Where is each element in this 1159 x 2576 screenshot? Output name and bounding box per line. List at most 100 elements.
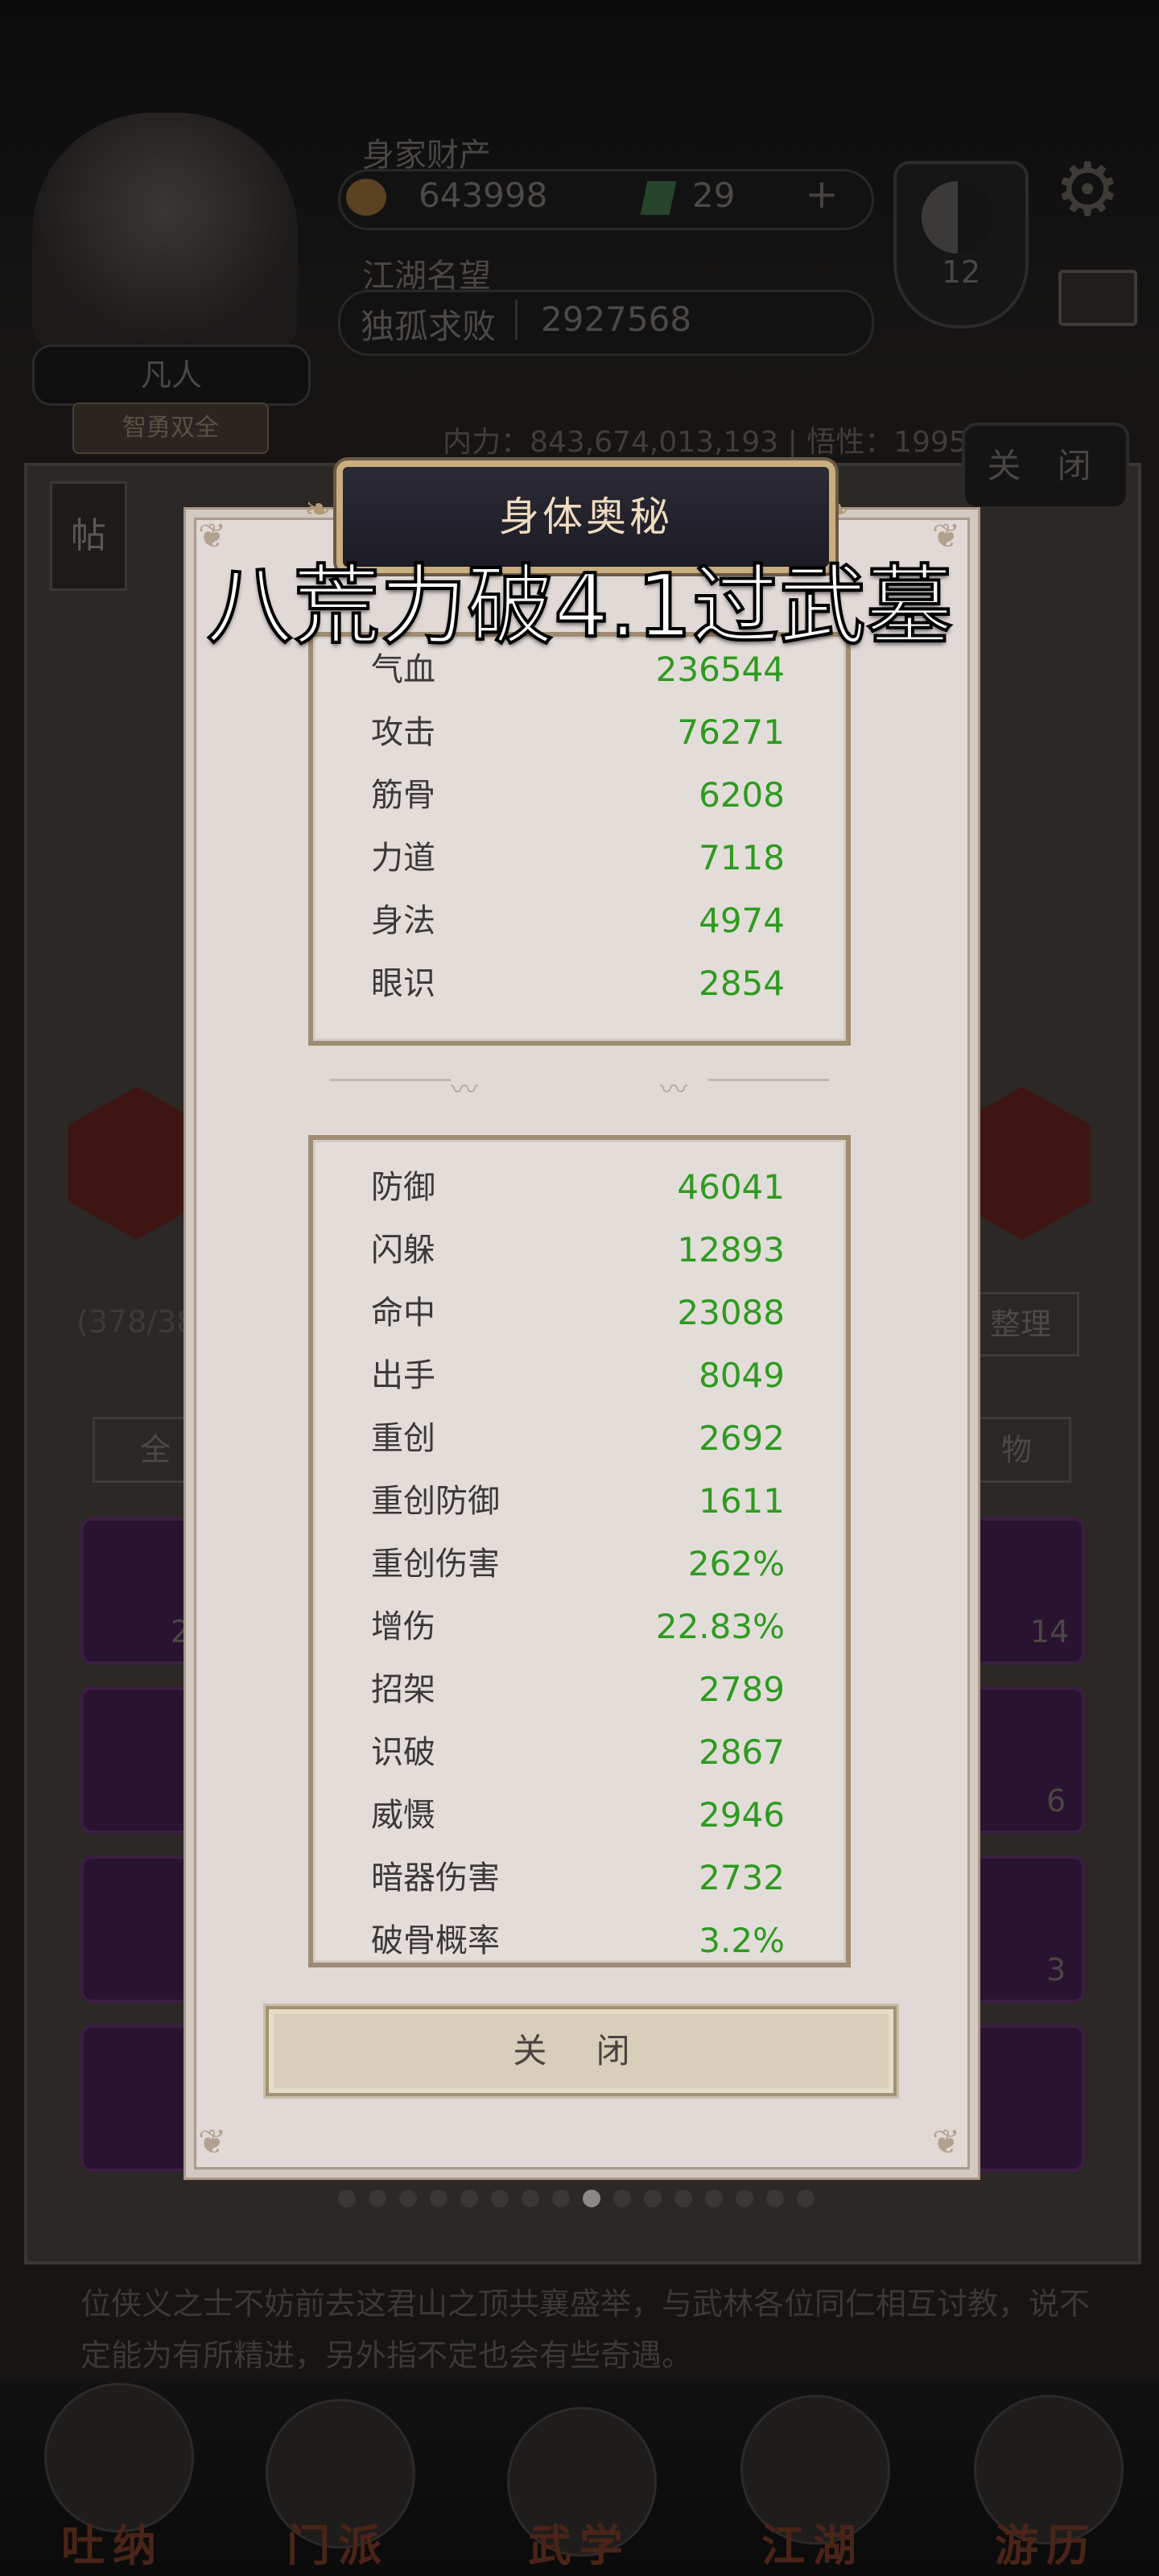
nav-tab-travel[interactable]: 游历 (966, 2510, 1127, 2574)
corner-ornament: ❦ (198, 2122, 227, 2161)
inventory-slot[interactable] (966, 1686, 1085, 1834)
page-dot[interactable] (705, 2190, 723, 2207)
stat-row: 威慑 2946 (313, 1784, 846, 1847)
stat-value: 1611 (699, 1481, 785, 1521)
nav-tab-jianghu[interactable]: 江湖 (732, 2510, 893, 2574)
page-dot[interactable] (338, 2190, 356, 2207)
attribute-strip: 内力：843,674,013,193 | 悟性：1995 (443, 426, 967, 459)
page-dot[interactable] (644, 2190, 662, 2207)
stat-name: 招架 (371, 1671, 435, 1708)
stat-row: 增伤 22.83% (313, 1596, 846, 1658)
taiji-icon (922, 181, 994, 254)
stat-row: 重创 2692 (313, 1407, 846, 1470)
stat-value: 22.83% (655, 1607, 785, 1646)
slot-count: 6 (1046, 1783, 1066, 1818)
stat-name: 命中 (371, 1294, 435, 1331)
page-dot[interactable] (736, 2190, 753, 2207)
page-dot[interactable] (797, 2190, 815, 2207)
stat-row: 识破 2867 (313, 1721, 846, 1784)
stat-row: 眼识 2854 (313, 952, 846, 1015)
page-dot[interactable] (399, 2190, 417, 2207)
fame-value: 2927568 (541, 299, 692, 339)
page-dot[interactable] (766, 2190, 784, 2207)
primary-stats-list[interactable]: 气血 236544 攻击 76271 筋骨 6208 力道 7118 身法 4974 眼识 2854 (308, 632, 851, 1046)
inventory-slot[interactable] (966, 1856, 1085, 2003)
page-dot[interactable] (522, 2190, 539, 2207)
inventory-slot[interactable] (80, 1856, 200, 2003)
stat-name: 增伤 (371, 1608, 435, 1645)
corner-ornament: ❦ (198, 516, 227, 555)
inventory-count: (378/38 (76, 1304, 196, 1340)
mail-icon[interactable] (1058, 270, 1137, 326)
stat-value: 2692 (699, 1418, 785, 1458)
page-dot[interactable] (369, 2190, 386, 2207)
page-dot[interactable] (674, 2190, 692, 2207)
section-divider (708, 1079, 829, 1081)
add-currency-button[interactable]: + (805, 171, 839, 217)
secondary-stats-list[interactable]: 防御 46041 闪躲 12893 命中 23088 出手 8049 重创 2692 重创防御 161… (308, 1135, 851, 1967)
stat-value: 8049 (699, 1356, 785, 1395)
stat-value: 2789 (699, 1670, 785, 1709)
nav-tab-tuna[interactable]: 吐纳 (32, 2510, 193, 2574)
stat-name: 力道 (371, 840, 435, 877)
fame-title: 独孤求败 (361, 307, 497, 346)
stat-row: 招架 2789 (313, 1658, 846, 1721)
rank-tag: 凡人 (32, 345, 311, 406)
page-dot[interactable] (460, 2190, 478, 2207)
stat-row: 重创防御 1611 (313, 1470, 846, 1533)
page-dot[interactable] (430, 2190, 448, 2207)
stat-value: 2867 (699, 1732, 785, 1772)
divider-flourish: 〰 (660, 1074, 687, 1106)
panel-close-button[interactable]: 关 闭 (962, 423, 1129, 510)
nav-tab-sect[interactable]: 门派 (258, 2510, 419, 2574)
stat-name: 重创伤害 (371, 1546, 500, 1583)
stat-name: 暗器伤害 (371, 1860, 500, 1897)
stat-row: 身法 4974 (313, 890, 846, 952)
stat-row: 闪躲 12893 (313, 1219, 846, 1282)
stat-row: 暗器伤害 2732 (313, 1847, 846, 1909)
stat-value: 2946 (699, 1795, 785, 1835)
stat-value: 262% (687, 1544, 785, 1583)
nav-tab-martial[interactable]: 武学 (499, 2510, 660, 2574)
stat-row: 筋骨 6208 (313, 764, 846, 827)
stat-name: 筋骨 (371, 777, 435, 814)
page-dot-active[interactable] (583, 2190, 600, 2207)
stat-name: 破骨概率 (371, 1922, 500, 1959)
stat-name: 威慑 (371, 1797, 435, 1834)
stat-value: 23088 (677, 1293, 785, 1332)
event-description: 位侠义之士不妨前去这君山之顶共襄盛举，与武林各位同仁相互讨教，说不定能为有所精进… (80, 2286, 1091, 2373)
stat-name: 防御 (371, 1169, 435, 1206)
corner-ornament: ❦ (932, 2122, 961, 2161)
divider-flourish: 〰 (451, 1074, 478, 1106)
inventory-slot[interactable] (80, 2025, 200, 2172)
page-dot[interactable] (613, 2190, 631, 2207)
stat-value: 4974 (699, 901, 785, 940)
stat-value: 2854 (699, 964, 785, 1003)
coin-icon (346, 179, 386, 216)
section-divider (330, 1079, 451, 1081)
inventory-slot[interactable] (80, 1686, 200, 1834)
stat-row: 命中 23088 (313, 1282, 846, 1344)
stat-name: 身法 (371, 902, 435, 939)
slot-count: 3 (1046, 1952, 1066, 1988)
page-dot[interactable] (552, 2190, 570, 2207)
stat-row: 出手 8049 (313, 1344, 846, 1407)
gear-icon[interactable]: ⚙ (1054, 153, 1120, 227)
coin-amount: 643998 (419, 175, 548, 215)
inventory-slot[interactable] (966, 2025, 1085, 2172)
stat-value: 46041 (677, 1167, 785, 1207)
rank-subtitle: 智勇双全 (72, 402, 269, 454)
stat-value: 3.2% (699, 1921, 785, 1960)
stat-row: 破骨概率 3.2% (313, 1909, 846, 1963)
stat-row: 防御 46041 (313, 1156, 846, 1219)
player-portrait[interactable] (32, 113, 298, 354)
dialog-close-button[interactable]: 关 闭 (266, 2006, 897, 2096)
stat-name: 眼识 (371, 965, 435, 1002)
slot-count: 14 (1030, 1614, 1070, 1649)
taiji-level: 12 (942, 254, 981, 290)
stat-name: 识破 (371, 1734, 435, 1771)
page-dot[interactable] (491, 2190, 509, 2207)
stat-name: 重创 (371, 1420, 435, 1457)
stat-value: 76271 (677, 712, 785, 752)
fame-divider (515, 299, 518, 340)
